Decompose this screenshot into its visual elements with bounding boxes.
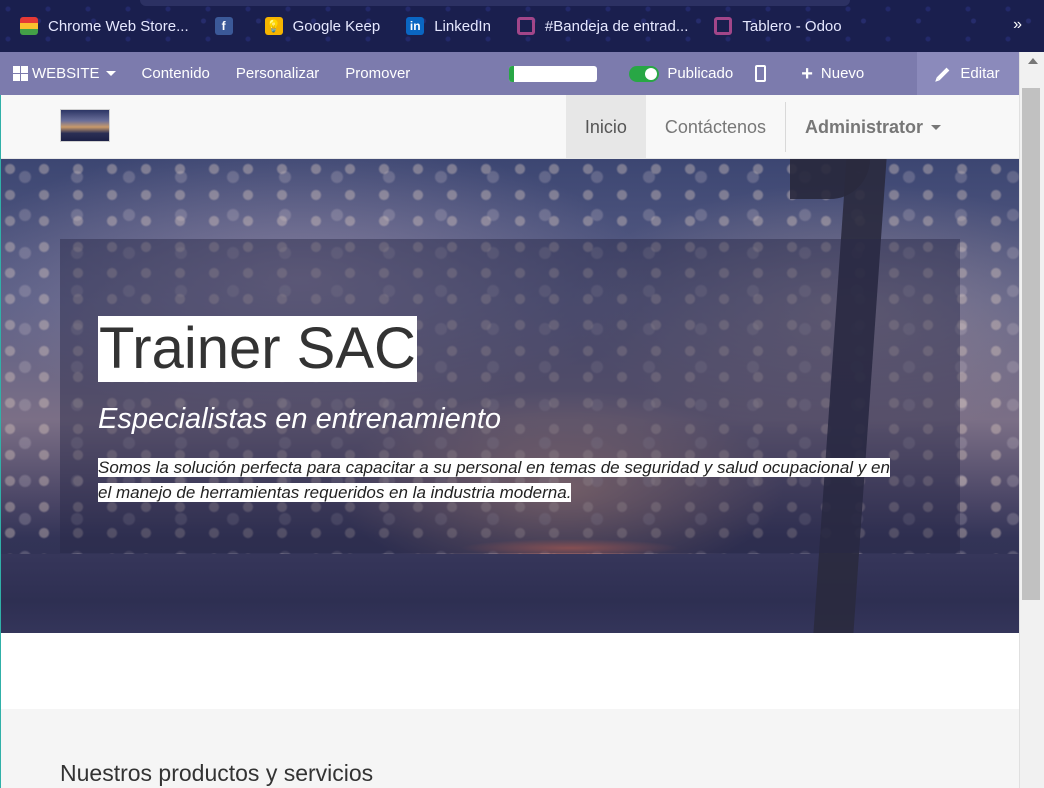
bookmark-label: Tablero - Odoo [742,17,842,35]
bookmark-label: #Bandeja de entrad... [544,17,689,35]
hero-description-line1: Somos la solución perfecta para capacita… [98,458,890,477]
bookmark-tablero[interactable]: Tablero - Odoo [714,17,842,35]
section-gap [0,633,1019,709]
hero-text-box: Trainer SAC Especialistas en entrenamien… [60,239,960,553]
facebook-icon: f [214,17,233,35]
odoo-icon [714,17,733,35]
nav-links: Inicio Contáctenos Administrator [565,95,960,159]
google-keep-icon: 💡 [264,17,283,35]
bookmark-chrome-web-store[interactable]: Chrome Web Store... [20,17,189,35]
published-label: Publicado [667,65,734,82]
sea [0,554,1019,633]
user-menu[interactable]: Administrator [786,95,960,159]
bookmark-label: Google Keep [292,17,381,35]
hero-title: Trainer SAC [98,316,417,382]
odoo-admin-bar: WEBSITE Contenido Personalizar Promover … [0,52,1019,95]
pencil-icon [937,67,950,80]
caret-down-icon [931,124,941,130]
bookmark-linkedin[interactable]: in LinkedIn [406,17,491,35]
website-menu-label: WEBSITE [32,65,100,82]
bookmark-label: LinkedIn [434,17,491,35]
chrome-web-store-icon [20,17,38,35]
products-heading: Nuestros productos y servicios [60,760,374,786]
bookmark-bandeja[interactable]: #Bandeja de entrad... [516,17,689,35]
scroll-up-arrow-icon[interactable] [1028,58,1038,64]
window-edge [0,95,1,788]
bookmark-facebook[interactable]: f [214,17,243,35]
bookmark-label: Chrome Web Store... [48,17,189,35]
edit-label: Editar [960,65,1000,82]
new-button[interactable]: + Nuevo [788,52,877,95]
scroll-thumb[interactable] [1022,88,1040,600]
website-menu[interactable]: WEBSITE [0,52,129,95]
site-logo[interactable] [60,109,110,142]
mobile-preview-icon[interactable] [755,65,767,82]
seo-progress-bar[interactable] [509,65,598,82]
more-bookmarks-button[interactable]: » [1013,16,1022,34]
plus-icon: + [801,62,813,85]
hero-description: Somos la solución perfecta para capacita… [98,455,918,505]
caret-down-icon [105,71,116,76]
hero-subtitle: Especialistas en entrenamiento [98,403,502,435]
linkedin-icon: in [406,17,425,35]
products-section: Nuestros productos y servicios [0,709,1019,788]
omnibox-edge [140,0,850,6]
progress-fill [509,65,514,82]
customize-menu[interactable]: Personalizar [223,52,332,95]
nav-contactenos[interactable]: Contáctenos [646,95,785,159]
new-label: Nuevo [820,65,865,82]
edit-button[interactable]: Editar [917,52,1019,95]
nav-inicio[interactable]: Inicio [565,95,646,159]
apps-grid-icon [13,66,28,81]
published-toggle[interactable] [629,65,660,82]
hero-description-line2: el manejo de herramientas requeridos en … [98,483,572,502]
site-navbar: Inicio Contáctenos Administrator [0,95,1019,159]
promote-menu[interactable]: Promover [332,52,423,95]
bookmark-google-keep[interactable]: 💡 Google Keep [264,17,381,35]
content-menu[interactable]: Contenido [129,52,223,95]
user-name: Administrator [804,116,923,137]
odoo-icon [516,17,535,35]
hero-banner: Trainer SAC Especialistas en entrenamien… [0,159,1019,633]
bookmarks-bar: Chrome Web Store... f 💡 Google Keep in L… [0,0,1044,52]
scrollbar[interactable] [1019,52,1044,788]
